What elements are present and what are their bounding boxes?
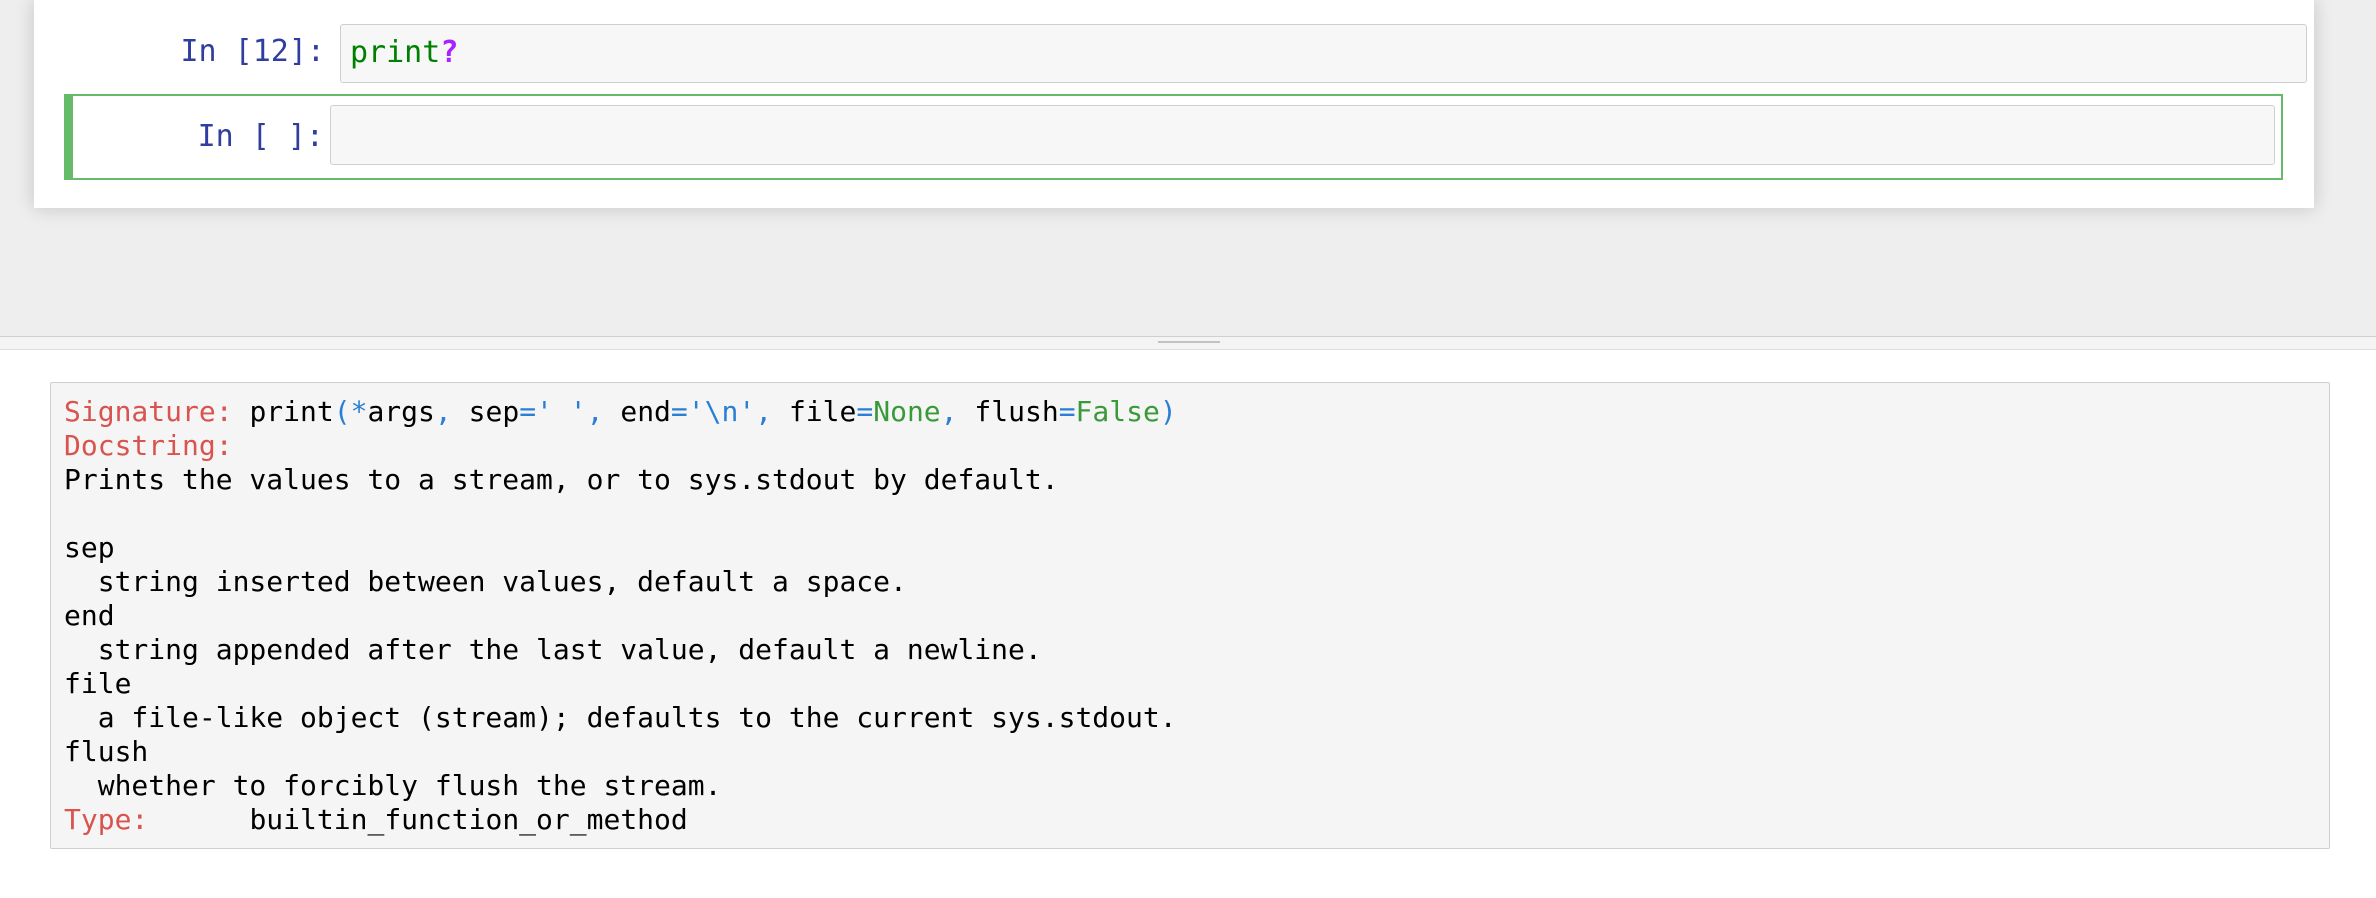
signature-comma: , <box>940 395 975 428</box>
resize-grip-icon[interactable] <box>1158 341 1220 343</box>
pager-panel: Signature: print(*args, sep=' ', end='\n… <box>0 350 2376 898</box>
signature-arg-sep: sep <box>468 395 520 428</box>
docstring-line: whether to forcibly flush the stream. <box>64 769 722 802</box>
notebook-container: In [12]: print? In [ ]: <box>34 0 2314 208</box>
docstring-line: sep <box>64 531 115 564</box>
input-prompt: In [ ]: <box>197 119 324 154</box>
docstring-line: end <box>64 599 115 632</box>
code-token-name: print <box>350 35 441 70</box>
code-input[interactable]: print? <box>340 24 2307 83</box>
code-text: print? <box>350 38 458 68</box>
notebook-area: In [12]: print? In [ ]: <box>0 0 2376 336</box>
signature-comma: , <box>586 395 621 428</box>
code-token-operator: ? <box>440 35 459 70</box>
signature-func: print <box>249 395 334 428</box>
type-value: builtin_function_or_method <box>249 803 688 836</box>
signature-arg-args: args <box>367 395 435 428</box>
signature-eq: = <box>1058 395 1076 428</box>
signature-eq: = <box>856 395 874 428</box>
docstring-label: Docstring: <box>64 429 233 462</box>
docstring-line: string inserted between values, default … <box>64 565 907 598</box>
signature-eq: = <box>670 395 688 428</box>
pager-text: Signature: print(*args, sep=' ', end='\n… <box>64 395 1177 837</box>
signature-end-default: '\n' <box>687 395 756 428</box>
docstring-line <box>64 497 1177 531</box>
signature-sep-default: ' ' <box>536 395 587 428</box>
docstring-line: file <box>64 667 132 700</box>
signature-file-default: None <box>873 395 941 428</box>
input-prompt: In [12]: <box>180 34 326 69</box>
signature-arg-end: end <box>620 395 671 428</box>
signature-line: Signature: print(*args, sep=' ', end='\n… <box>64 395 1177 429</box>
signature-flush-default: False <box>1075 395 1160 428</box>
signature-arg-file: file <box>788 395 857 428</box>
signature-comma: , <box>434 395 469 428</box>
type-line: Type: builtin_function_or_method <box>64 803 1177 837</box>
docstring-line: Prints the values to a stream, or to sys… <box>64 463 1059 496</box>
signature-label: Signature: <box>64 395 233 428</box>
docstring-line: flush <box>64 735 149 768</box>
signature-close-paren: ) <box>1159 395 1177 428</box>
code-cell[interactable]: In [12]: print? <box>64 18 2307 88</box>
signature-arg-flush: flush <box>974 395 1059 428</box>
signature-star: * <box>350 395 368 428</box>
signature-eq: = <box>519 395 537 428</box>
signature-comma: , <box>755 395 789 428</box>
type-label: Type: <box>64 803 149 836</box>
code-input-empty[interactable] <box>330 105 2275 165</box>
docstring-line: string appended after the last value, de… <box>64 633 1042 666</box>
docstring-line: a file-like object (stream); defaults to… <box>64 701 1177 734</box>
pager-content-box: Signature: print(*args, sep=' ', end='\n… <box>50 382 2330 849</box>
pager-resize-handle[interactable] <box>0 336 2376 350</box>
signature-open-paren: ( <box>333 395 351 428</box>
selected-code-cell[interactable]: In [ ]: <box>64 94 2283 180</box>
